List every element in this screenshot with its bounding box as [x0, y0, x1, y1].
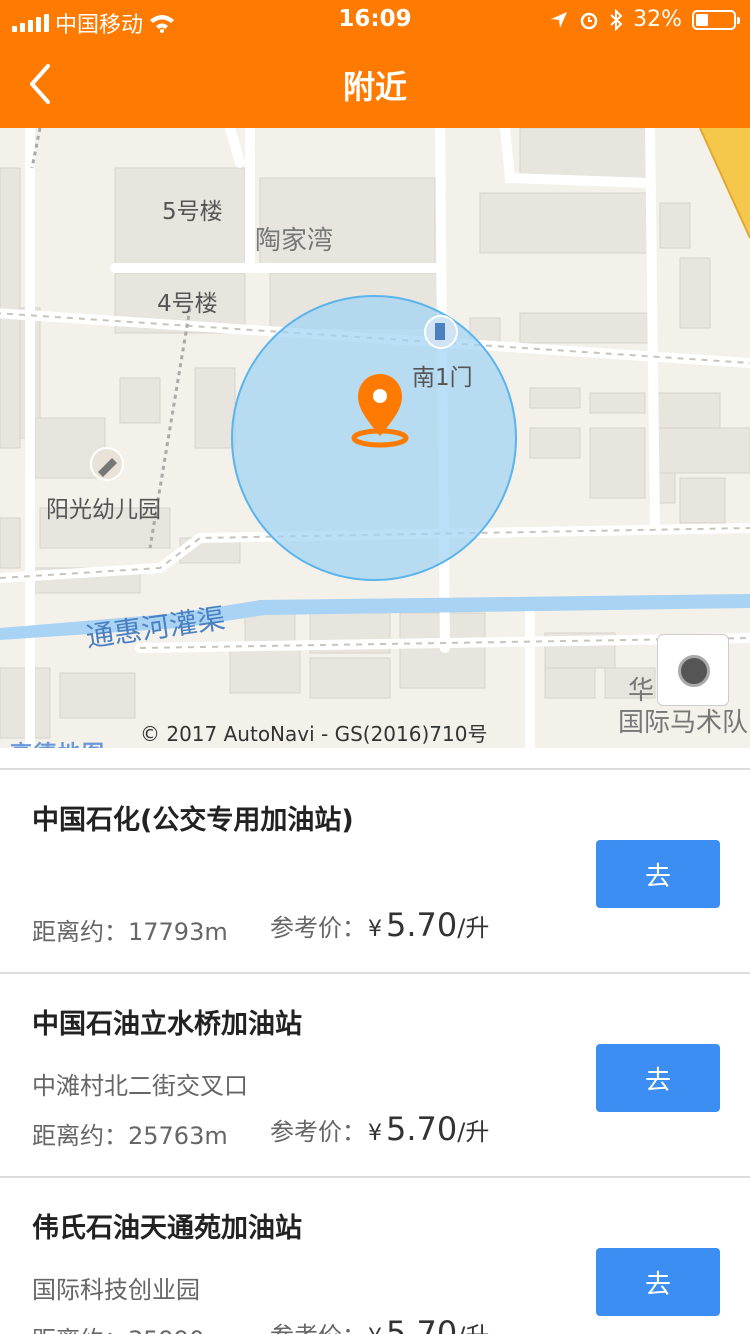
station-item[interactable]: 中国石化(公交专用加油站) 距离约：17793m 参考价： ¥ 5.70 /升 … — [0, 768, 750, 972]
alarm-icon — [580, 12, 598, 29]
go-button[interactable]: 去 — [596, 1248, 720, 1316]
station-price: 参考价： ¥ 5.70 /升 — [270, 1314, 489, 1334]
locate-button[interactable] — [657, 634, 729, 706]
station-name: 中国石化(公交专用加油站) — [32, 805, 354, 836]
map-view[interactable]: 5号楼 陶家湾 4号楼 南1门 阳光幼儿园 通惠河灌渠 华 国际马术队 © 20… — [0, 128, 750, 748]
map-canvas — [0, 128, 750, 748]
price-label: 参考价： — [270, 1118, 366, 1146]
station-address: 中滩村北二街交叉口 — [32, 1072, 248, 1100]
map-logo: 高德地图 — [10, 736, 106, 748]
price-unit: /升 — [457, 1316, 489, 1334]
map-label-area: 陶家湾 — [255, 226, 334, 256]
price-label: 参考价： — [270, 914, 366, 942]
price-value: 5.70 — [386, 1110, 458, 1148]
status-right: 32% — [549, 7, 740, 32]
price-currency: ¥ — [368, 917, 382, 942]
nav-bar: 附近 — [0, 40, 750, 128]
station-item[interactable]: 伟氏石油天通苑加油站 国际科技创业园 距离约：35990m 参考价： ¥ 5.7… — [0, 1176, 750, 1334]
location-arrow-icon — [551, 11, 568, 28]
map-label-building4: 4号楼 — [157, 291, 218, 317]
battery-percent: 32% — [633, 7, 682, 32]
map-label-gate[interactable]: 南1门 — [412, 358, 473, 392]
station-list: 中国石化(公交专用加油站) 距离约：17793m 参考价： ¥ 5.70 /升 … — [0, 768, 750, 1334]
price-currency: ¥ — [368, 1121, 382, 1146]
station-price: 参考价： ¥ 5.70 /升 — [270, 906, 489, 944]
station-distance: 距离约：25763m — [32, 1122, 228, 1150]
price-value: 5.70 — [386, 906, 458, 944]
station-item[interactable]: 中国石油立水桥加油站 中滩村北二街交叉口 距离约：25763m 参考价： ¥ 5… — [0, 972, 750, 1176]
price-value: 5.70 — [386, 1314, 458, 1334]
map-label-building5: 5号楼 — [162, 199, 223, 225]
price-currency: ¥ — [368, 1325, 382, 1334]
go-button[interactable]: 去 — [596, 840, 720, 908]
price-unit: /升 — [457, 914, 490, 942]
price-label: 参考价： — [270, 1316, 366, 1334]
station-name: 中国石油立水桥加油站 — [32, 1009, 302, 1040]
station-distance: 距离约：17793m — [32, 918, 228, 946]
page-title: 附近 — [342, 68, 407, 106]
locate-icon — [678, 655, 710, 687]
map-label-intl: 国际马术队 — [618, 708, 749, 738]
station-price: 参考价： ¥ 5.70 /升 — [270, 1110, 489, 1148]
price-unit: /升 — [457, 1118, 490, 1146]
map-label-kindergarten[interactable]: 阳光幼儿园 — [46, 490, 161, 524]
battery-icon — [692, 9, 740, 30]
map-copyright: © 2017 AutoNavi - GS(2016)710号 — [140, 722, 488, 746]
bluetooth-icon — [610, 8, 623, 31]
status-bar: 中国移动 16:09 32% — [0, 0, 750, 40]
station-name: 伟氏石油天通苑加油站 — [32, 1213, 302, 1244]
station-distance: 距离约：35990m — [32, 1320, 228, 1334]
go-button[interactable]: 去 — [596, 1044, 720, 1112]
station-address: 国际科技创业园 — [32, 1276, 200, 1304]
